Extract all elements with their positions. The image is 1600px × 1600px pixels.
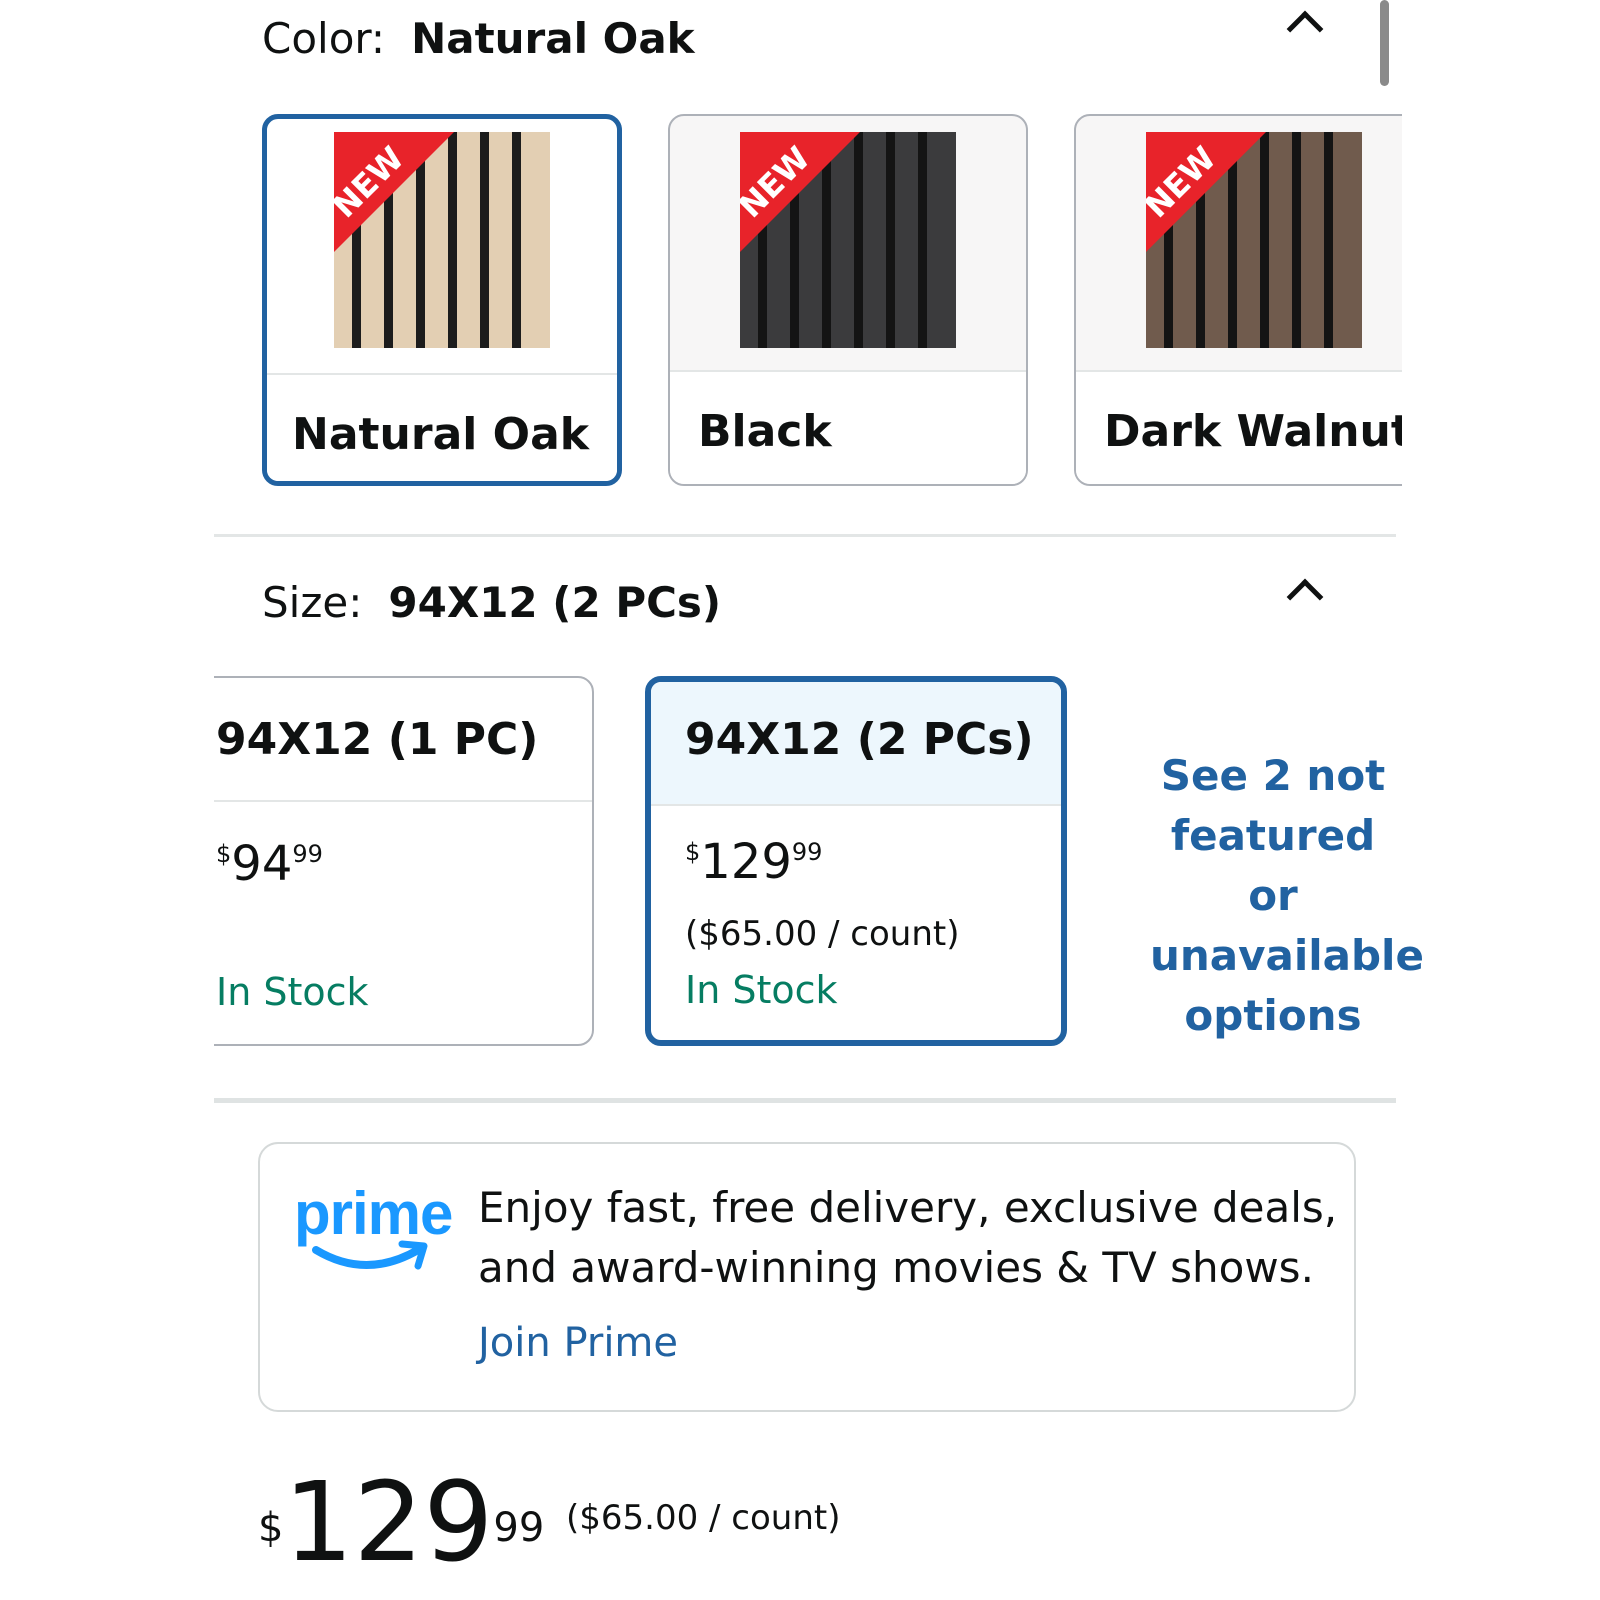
- size-option-header: 94X12 (1 PC): [214, 678, 592, 802]
- price-cents: 99: [292, 839, 323, 868]
- stock-status: In Stock: [685, 968, 838, 1012]
- main-price: $12999: [258, 1462, 544, 1582]
- section-divider: [214, 1098, 1396, 1103]
- prime-logo: prime: [294, 1184, 453, 1284]
- size-label-key: Size:: [262, 578, 363, 627]
- size-option-price: $12999: [685, 834, 822, 890]
- price-cents: 99: [791, 837, 823, 866]
- section-divider: [214, 534, 1396, 537]
- stock-status: In Stock: [216, 970, 369, 1014]
- swatch-label-area: Black: [670, 370, 1026, 484]
- see-unavailable-options-link[interactable]: See 2 not featured or unavailable option…: [1150, 746, 1424, 1046]
- size-option-2-pcs[interactable]: 94X12 (2 PCs) $12999 ($65.00 / count) In…: [645, 676, 1067, 1046]
- panel-thumbnail-dark-walnut: NEW: [1146, 132, 1362, 348]
- prime-promo-card: prime Enjoy fast, free delivery, exclusi…: [258, 1142, 1356, 1412]
- collapse-color-chevron-icon[interactable]: [1286, 10, 1324, 48]
- currency-symbol: $: [258, 1505, 284, 1551]
- price-whole: 129: [283, 1458, 494, 1586]
- swatch-name: Black: [698, 406, 832, 457]
- size-option-1-pc[interactable]: 94X12 (1 PC) $9499 In Stock: [214, 676, 594, 1046]
- swatch-name: Natural Oak: [292, 409, 590, 460]
- size-selected-value: 94X12 (2 PCs): [388, 578, 722, 627]
- color-swatch-list: NEW Natural Oak NEW Black NEW Dark Walnu…: [262, 114, 1402, 490]
- swatch-name: Dark Walnut: [1104, 406, 1402, 457]
- size-option-title: 94X12 (1 PC): [216, 714, 539, 765]
- swatch-label-area: Dark Walnut: [1076, 370, 1402, 484]
- swatch-image-area: NEW: [1076, 116, 1402, 370]
- main-unit-price: ($65.00 / count): [566, 1498, 841, 1538]
- collapse-size-chevron-icon[interactable]: [1286, 578, 1324, 616]
- panel-thumbnail-black: NEW: [740, 132, 956, 348]
- scrollbar[interactable]: [1380, 0, 1389, 86]
- size-option-header: 94X12 (2 PCs): [651, 682, 1061, 806]
- swatch-image-area: NEW: [267, 119, 617, 373]
- size-selector-label: Size: 94X12 (2 PCs): [262, 578, 721, 627]
- color-label-key: Color:: [262, 14, 386, 63]
- panel-thumbnail-natural-oak: NEW: [334, 132, 550, 348]
- currency-symbol: $: [685, 837, 701, 866]
- price-whole: 129: [700, 834, 792, 890]
- color-selected-value: Natural Oak: [411, 14, 695, 63]
- unit-price: ($65.00 / count): [685, 914, 960, 954]
- size-option-price: $9499: [216, 836, 323, 892]
- color-selector-label: Color: Natural Oak: [262, 14, 695, 63]
- currency-symbol: $: [216, 839, 232, 868]
- color-swatch-dark-walnut[interactable]: NEW Dark Walnut: [1074, 114, 1402, 486]
- price-cents: 99: [493, 1505, 545, 1551]
- prime-description: Enjoy fast, free delivery, exclusive dea…: [478, 1183, 1338, 1292]
- join-prime-link[interactable]: Join Prime: [478, 1320, 678, 1366]
- swatch-label-area: Natural Oak: [267, 373, 617, 481]
- main-price-value: $12999: [258, 1458, 544, 1586]
- swatch-image-area: NEW: [670, 116, 1026, 370]
- prime-smile-arrow-icon: [312, 1240, 428, 1270]
- color-swatch-black[interactable]: NEW Black: [668, 114, 1028, 486]
- size-option-title: 94X12 (2 PCs): [685, 714, 1034, 765]
- price-whole: 94: [231, 836, 293, 892]
- color-swatch-natural-oak[interactable]: NEW Natural Oak: [262, 114, 622, 486]
